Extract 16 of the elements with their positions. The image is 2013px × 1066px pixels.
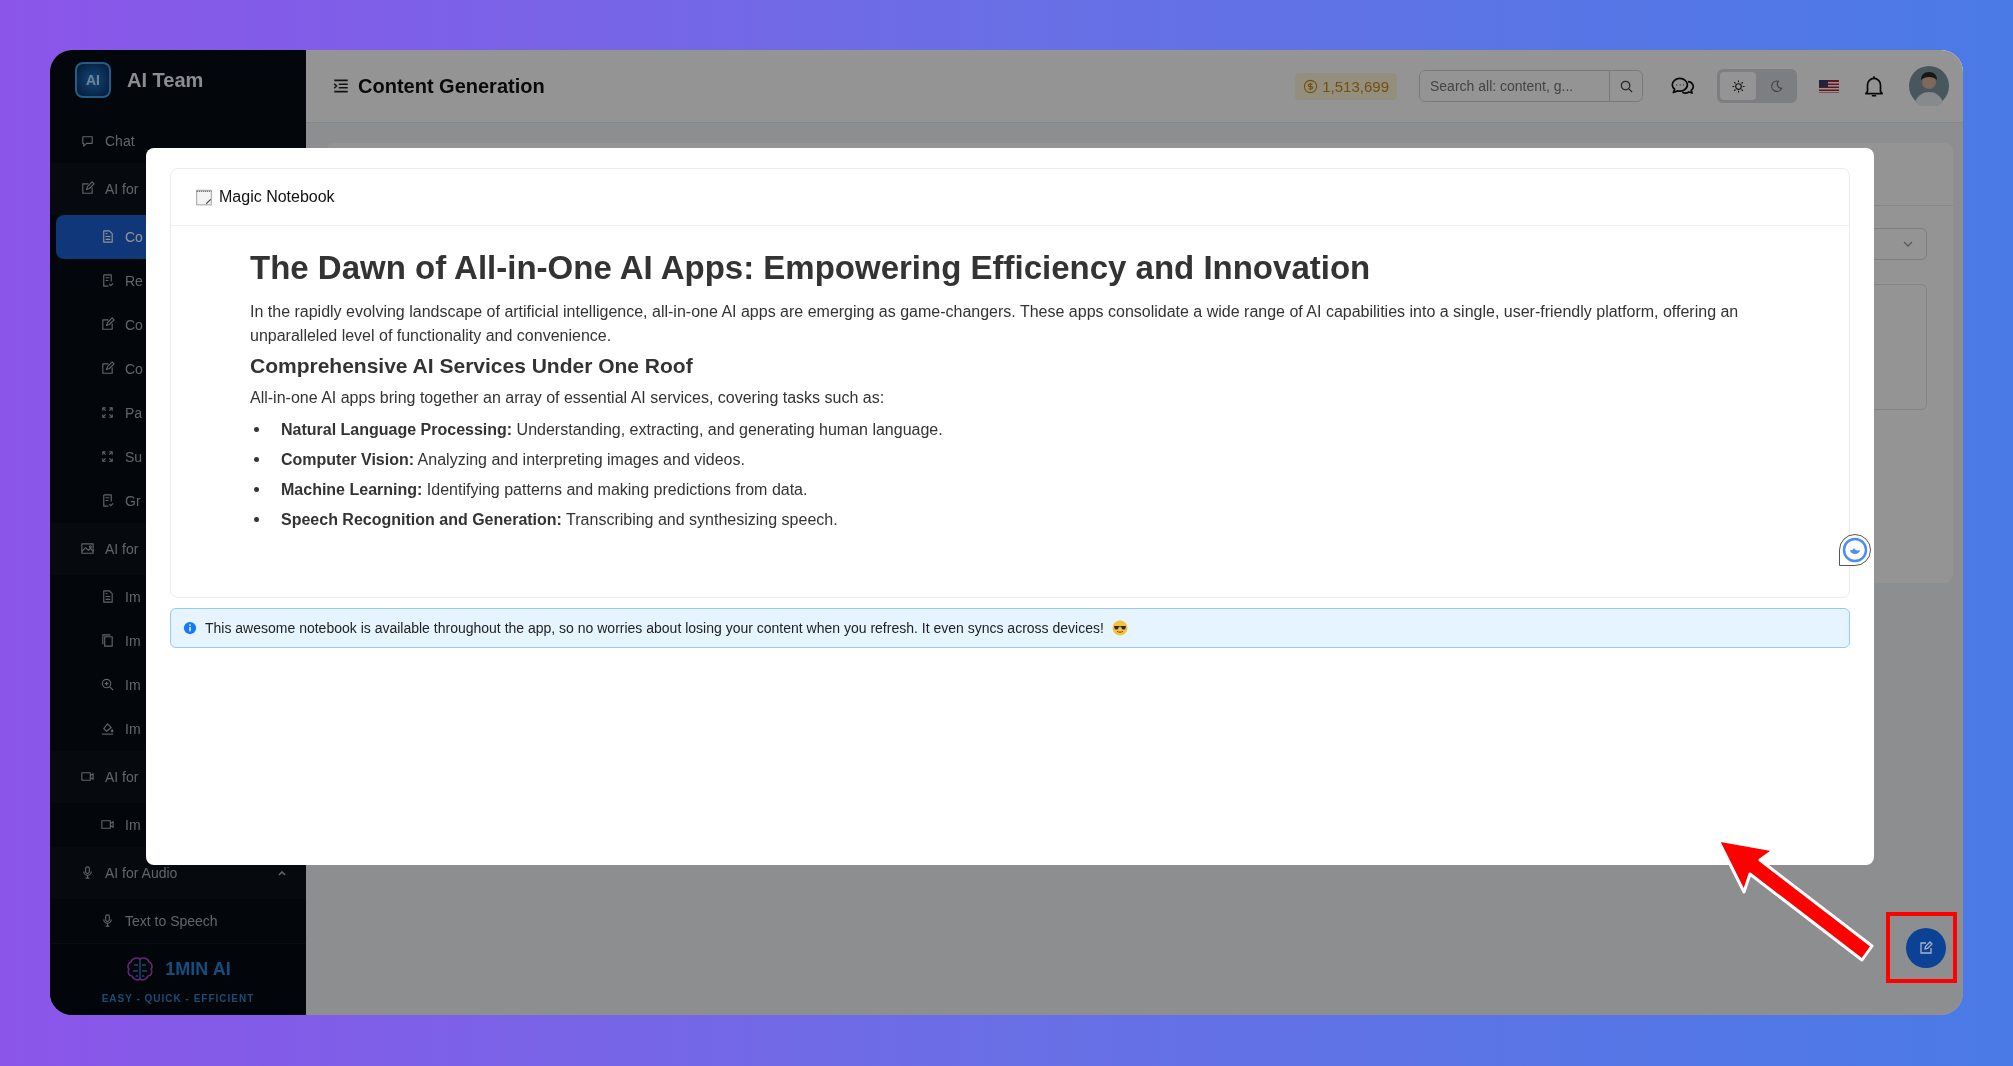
article-heading: The Dawn of All-in-One AI Apps: Empowering Efficiency and Innovation [250,248,1372,288]
brand-tagline: EASY - QUICK - EFFICIENT [101,992,255,1004]
bullet-text: Natural Language Processing: Understanding, extracting, and generating human language. [281,419,943,440]
article-subheading: Comprehensive AI Services Under One Roof [250,353,694,378]
bullet-text: Computer Vision: Analyzing and interpreting images and videos. [281,449,745,470]
app-name: AI Team [127,68,204,92]
info-text: This awesome notebook is available throughout the app, so no worries about losing your content when you refresh. It even syncs across devices! [205,620,1104,636]
app-logo: AI [75,62,111,99]
bullet-text: Machine Learning: Identifying patterns and making predictions from data. [281,479,808,500]
page-title: Content Generation [358,74,545,98]
notebook-title: Magic Notebook [219,188,335,206]
article-paragraph: In the rapidly evolving landscape of artificial intelligence, all-in-one AI apps are emerging as game-changers. These apps consolidate a wide range of AI capabilities into a single, user-friendly platform, offering an unparalleled level of functionality and convenience. [250,301,1740,346]
brand-name: 1MIN AI [165,959,231,981]
credits-amount: 1,513,699 [1322,77,1389,95]
article-paragraph: All-in-one AI apps bring together an array of essential AI services, covering tasks such as: [250,387,886,408]
bullet-text: Speech Recognition and Generation: Transcribing and synthesizing speech. [281,509,838,530]
